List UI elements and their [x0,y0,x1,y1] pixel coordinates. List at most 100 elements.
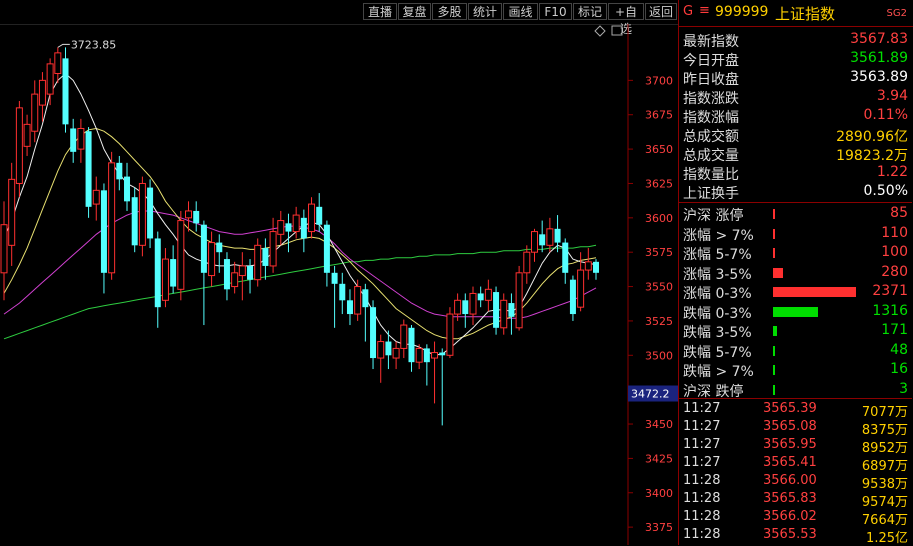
tick-row: 11:27 3565.41 6897万 [679,454,912,474]
square-icon [611,25,623,36]
candle-body [216,242,223,253]
quote-value: 3561.89 [850,50,908,66]
tick-row: 11:28 3566.00 9538万 [679,472,912,492]
candle-body [185,210,193,219]
candle-body [392,347,400,359]
y-tick-label: 3575 [645,246,673,259]
quote-row: 今日开盘 3561.89 [679,49,912,69]
distribution-label: 跌幅 3-5% [683,325,752,341]
quote-value: 3.94 [876,88,908,104]
candle-body [500,299,508,329]
toolbar-button-1[interactable]: 复盘 [398,3,431,20]
candle-body [370,307,377,359]
candle-body [323,224,330,273]
distribution-row: 涨幅 3-5% 280 [679,263,912,283]
high-label: 3723.85 [71,38,117,51]
candle-body [523,251,531,274]
distribution-value: 2371 [872,283,908,299]
candle-body [85,131,92,207]
distribution-bar [773,345,775,356]
candle-body [554,228,561,243]
candle-body [484,288,492,301]
distribution-bar [773,365,775,375]
candle-body [124,176,131,202]
distribution-row: 沪深 跌停 3 [679,380,912,400]
distribution-bar [773,248,776,258]
tick-volume: 1.25亿 [866,531,908,546]
candle-body [546,228,554,246]
tick-price: 3565.53 [763,527,817,542]
candle-body [208,242,216,277]
distribution-value: 100 [881,244,908,260]
candle-body [354,286,362,315]
distribution-bar [773,209,775,219]
menu-icon[interactable]: ≡ [699,3,710,18]
quote-value: 19823.2万 [836,148,908,164]
y-tick-label: 3500 [645,349,673,362]
tick-price: 3565.95 [763,437,817,452]
quote-value: 3563.89 [850,69,908,85]
candle-body [530,231,538,253]
y-tick-label: 3675 [645,109,673,122]
distribution-bar [773,306,818,317]
candle-body [254,244,262,281]
kline-chart-area[interactable]: 直播 复盘 多股 统计 画线 F10 标记 +自选 返回 3700 3675 3650 3625 360… [0,0,678,545]
distribution-row: 涨幅 0-3% 2371 [679,282,912,302]
quote-label: 最新指数 [683,34,739,50]
quote-row: 最新指数 3567.83 [679,30,912,50]
tick-row: 11:28 3565.83 9574万 [679,490,912,510]
toolbar-button-4[interactable]: 画线 [503,3,538,20]
candle-body [131,197,138,246]
tick-price: 3565.08 [763,419,817,434]
toolbar-button-8[interactable]: 返回 [645,3,677,20]
y-tick-label: 3600 [645,212,673,225]
candle-body [77,127,85,150]
candle-body [300,217,307,239]
quote-label: 指数涨跌 [683,91,739,107]
quote-row: 指数涨幅 0.11% [679,106,912,126]
candle-body [0,224,8,274]
distribution-row: 跌幅 > 7% 16 [679,360,912,380]
y-tick-label: 3700 [645,74,673,87]
toolbar-button-3[interactable]: 统计 [468,3,502,20]
candle-body [308,203,316,233]
candle-body [62,58,69,125]
candle-body [177,220,185,290]
tick-row: 11:28 3565.53 1.25亿 [679,526,912,546]
tick-price: 3566.00 [763,473,817,488]
candle-body [562,242,569,273]
tick-time: 11:28 [683,491,721,506]
tick-time: 11:28 [683,509,721,524]
level-tag: SG2 [886,8,907,19]
candle-body [584,261,592,271]
toolbar-button-6[interactable]: 标记 [573,3,607,20]
candle-body [415,347,423,363]
tick-row: 11:27 3565.08 8375万 [679,418,912,438]
distribution-value: 171 [881,322,908,338]
distribution-bar [773,287,856,297]
divider [679,202,912,203]
toolbar-button-7[interactable]: +自选 [608,3,644,36]
tick-row: 11:27 3565.39 7077万 [679,400,912,420]
distribution-row: 涨幅 5-7% 100 [679,243,912,263]
toolbar-button-0[interactable]: 直播 [363,3,397,20]
y-tick-label: 3525 [645,315,673,328]
toolbar-button-2[interactable]: 多股 [432,3,467,20]
tick-time: 11:28 [683,473,721,488]
distribution-label: 涨幅 > 7% [683,227,754,244]
candle-body [154,238,161,308]
distribution-row: 涨幅 > 7% 110 [679,224,912,244]
quote-value: 0.11% [863,107,908,123]
candle-body [200,224,207,273]
candle-body [138,182,146,246]
stock-code: 999999 [715,4,769,20]
candle-body [277,220,285,235]
candle-body [454,299,462,315]
toolbar-button-5[interactable]: F10 [539,3,572,20]
quote-value: 0.50% [863,183,908,199]
candle-body [508,303,515,317]
distribution-bar [773,267,783,278]
candle-body [408,327,415,363]
kline-chart[interactable]: 3700367536503625360035753550352535003475… [0,24,678,545]
candle-body [108,162,116,274]
